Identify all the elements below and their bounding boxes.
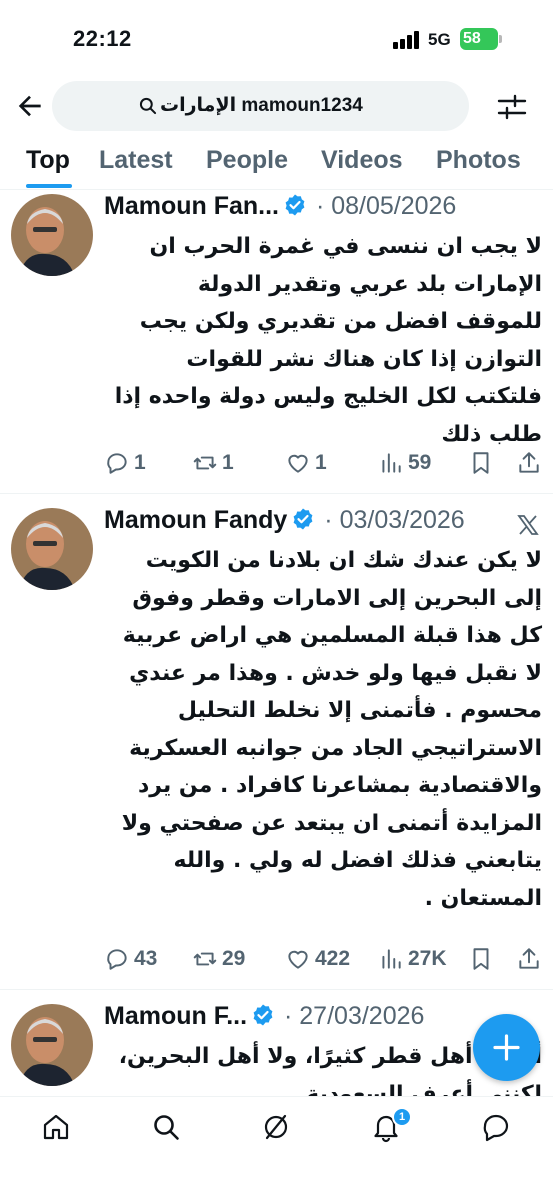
views-icon bbox=[382, 453, 401, 473]
avatar[interactable] bbox=[11, 194, 93, 276]
verified-badge-icon bbox=[253, 1004, 273, 1026]
bookmark-icon bbox=[473, 948, 489, 970]
view-count: 59 bbox=[408, 451, 432, 474]
reply-icon bbox=[107, 949, 127, 970]
arrow-left-icon bbox=[18, 95, 41, 117]
tweet-actions: 43 29 422 27K bbox=[0, 941, 553, 977]
tweet-header: Mamoun F... · 27/03/2026 bbox=[104, 1002, 425, 1030]
repost-count: 1 bbox=[222, 451, 234, 474]
heart-icon bbox=[288, 950, 308, 969]
compose-button[interactable] bbox=[473, 1014, 540, 1081]
search-header: الإمارات mamoun1234 bbox=[0, 80, 553, 132]
active-tab-indicator bbox=[26, 184, 72, 188]
tab-people[interactable]: People bbox=[206, 146, 288, 175]
grok-icon bbox=[264, 1114, 288, 1140]
home-icon bbox=[43, 1114, 69, 1140]
network-type: 5G bbox=[428, 30, 451, 49]
sliders-icon bbox=[497, 94, 527, 120]
message-icon bbox=[483, 1114, 509, 1142]
heart-icon bbox=[288, 454, 308, 473]
tweet[interactable]: Mamoun F... · 27/03/2026 أعرف أهل قطر كث… bbox=[0, 990, 553, 1096]
like-button[interactable]: 1 bbox=[285, 445, 327, 481]
status-time: 22:12 bbox=[73, 26, 132, 51]
tweet-text: لا يجب ان ننسى في غمرة الحرب ان الإمارات… bbox=[114, 234, 542, 447]
nav-messages[interactable] bbox=[480, 1111, 512, 1143]
battery-icon: 58 bbox=[460, 28, 502, 50]
repost-count: 29 bbox=[222, 947, 246, 970]
share-button[interactable] bbox=[516, 445, 542, 481]
x-logo-icon bbox=[517, 515, 539, 535]
tweet-text: لا يكن عندك شك ان بلادنا من الكويت إلى ا… bbox=[121, 548, 542, 911]
plus-icon bbox=[493, 1034, 520, 1061]
tweet-header: Mamoun Fan... · 08/05/2026 bbox=[104, 192, 457, 220]
views-icon bbox=[382, 949, 401, 969]
tab-top[interactable]: Top bbox=[26, 146, 70, 175]
nav-grok[interactable] bbox=[260, 1111, 292, 1143]
back-button[interactable] bbox=[14, 90, 46, 122]
repost-button[interactable]: 29 bbox=[192, 941, 245, 977]
avatar[interactable] bbox=[11, 1004, 93, 1086]
avatar[interactable] bbox=[11, 508, 93, 590]
search-input[interactable]: الإمارات mamoun1234 bbox=[52, 81, 469, 131]
nav-home[interactable] bbox=[40, 1111, 72, 1143]
search-query: الإمارات mamoun1234 bbox=[160, 95, 363, 116]
tab-latest[interactable]: Latest bbox=[99, 146, 173, 175]
bottom-nav: 1 bbox=[0, 1096, 553, 1200]
tweet-date[interactable]: 27/03/2026 bbox=[299, 1002, 424, 1030]
nav-search[interactable] bbox=[150, 1111, 182, 1143]
tweet-date[interactable]: 03/03/2026 bbox=[340, 506, 465, 534]
search-icon bbox=[154, 1115, 179, 1140]
reply-count: 43 bbox=[134, 947, 158, 970]
filter-button[interactable] bbox=[496, 92, 528, 122]
verified-badge-icon bbox=[293, 508, 313, 530]
tweet[interactable]: Mamoun Fan... · 08/05/2026 لا يجب ان ننس… bbox=[0, 190, 553, 494]
share-icon bbox=[519, 948, 539, 969]
battery-level: 58 bbox=[460, 28, 498, 50]
repost-icon bbox=[193, 456, 217, 470]
like-count: 1 bbox=[315, 451, 327, 474]
share-button[interactable] bbox=[516, 941, 542, 977]
signal-icon bbox=[393, 31, 421, 49]
author-name[interactable]: Mamoun Fandy bbox=[104, 506, 287, 534]
like-button[interactable]: 422 bbox=[285, 941, 350, 977]
bookmark-icon bbox=[473, 452, 489, 474]
views-button[interactable]: 27K bbox=[378, 941, 447, 977]
reply-button[interactable]: 1 bbox=[104, 445, 146, 481]
tweet-header: Mamoun Fandy · 03/03/2026 bbox=[104, 506, 465, 534]
bookmark-button[interactable] bbox=[468, 941, 494, 977]
verified-badge-icon bbox=[285, 194, 305, 216]
search-icon bbox=[139, 97, 157, 115]
notification-badge: 1 bbox=[392, 1107, 412, 1127]
reply-button[interactable]: 43 bbox=[104, 941, 157, 977]
share-icon bbox=[519, 452, 539, 473]
reply-icon bbox=[107, 453, 127, 474]
author-name[interactable]: Mamoun Fan... bbox=[104, 192, 279, 220]
tweet[interactable]: Mamoun Fandy · 03/03/2026 لا يكن عندك شك… bbox=[0, 494, 553, 990]
bookmark-button[interactable] bbox=[468, 445, 494, 481]
tab-videos[interactable]: Videos bbox=[321, 146, 403, 175]
views-button[interactable]: 59 bbox=[378, 445, 431, 481]
reply-count: 1 bbox=[134, 451, 146, 474]
repost-icon bbox=[193, 952, 217, 966]
tweet-date[interactable]: 08/05/2026 bbox=[331, 192, 456, 220]
status-bar: 22:12 5G 58 bbox=[0, 0, 553, 80]
author-name[interactable]: Mamoun F... bbox=[104, 1002, 247, 1030]
tab-photos[interactable]: Photos bbox=[436, 146, 521, 175]
view-count: 27K bbox=[408, 947, 447, 970]
tweet-actions: 1 1 1 59 bbox=[0, 445, 553, 481]
repost-button[interactable]: 1 bbox=[192, 445, 234, 481]
like-count: 422 bbox=[315, 947, 351, 970]
search-tabs: Top Latest People Videos Photos bbox=[0, 132, 553, 190]
